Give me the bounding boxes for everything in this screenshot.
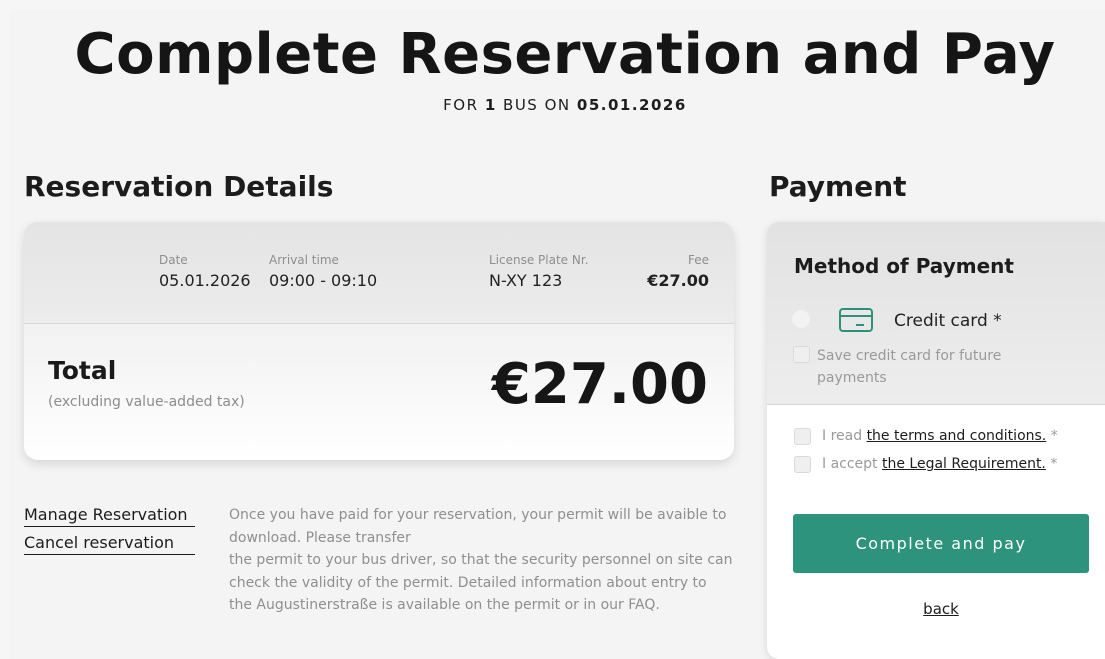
reservation-details-heading: Reservation Details [24,170,334,203]
reservation-card: Date 05.01.2026 Arrival time 09:00 - 09:… [24,222,734,460]
legal-required-mark: * [1050,456,1058,472]
save-card-label: Save credit card for future payments [817,348,1002,386]
back-link[interactable]: back [767,600,1105,618]
fee-column: Fee €27.00 [647,253,709,290]
date-value: 05.01.2026 [159,271,251,290]
permit-info-text: Once you have paid for your reservation,… [229,504,734,617]
legal-label: I accept the Legal Requirement. * [822,456,1057,472]
reservation-date: 05.01.2026 [576,96,687,114]
legal-requirement-link[interactable]: the Legal Requirement. [882,456,1046,472]
license-plate-value: N-XY 123 [489,271,563,290]
legal-checkbox[interactable] [794,456,811,473]
payment-method-section: Method of Payment Credit card * Save cre… [767,222,1105,405]
license-plate-label: License Plate Nr. [489,253,589,267]
credit-card-label[interactable]: Credit card * [894,311,1002,331]
save-card-checkbox[interactable] [793,346,810,363]
total-tax-note: (excluding value-added tax) [48,394,245,410]
date-column: Date 05.01.2026 [159,253,251,290]
total-label: Total [48,356,117,385]
terms-link[interactable]: the terms and conditions. [867,428,1047,444]
credit-card-radio[interactable] [791,309,811,329]
fee-label: Fee [687,253,709,267]
subtitle-prefix: FOR [443,96,479,114]
page-title: Complete Reservation and Pay [74,22,1056,87]
payment-card: Method of Payment Credit card * Save cre… [767,222,1105,659]
terms-prefix: I read [822,428,863,444]
manage-reservation-link[interactable]: Manage Reservation [24,505,195,527]
bus-count: 1 [484,96,497,114]
terms-label: I read the terms and conditions. * [822,428,1058,444]
credit-card-icon [839,308,873,332]
reservation-links: Manage Reservation Cancel reservation [24,505,195,561]
method-of-payment-heading: Method of Payment [794,254,1014,278]
terms-required-mark: * [1050,428,1058,444]
legal-prefix: I accept [822,456,878,472]
reservation-summary-row: Date 05.01.2026 Arrival time 09:00 - 09:… [24,222,734,324]
total-amount: €27.00 [491,352,708,417]
arrival-time-label: Arrival time [269,253,339,267]
fee-value: €27.00 [647,271,709,290]
permit-info-line2: the permit to your bus driver, so that t… [229,552,733,613]
arrival-time-column: Arrival time 09:00 - 09:10 [269,253,377,290]
cancel-reservation-link[interactable]: Cancel reservation [24,533,195,555]
page-subtitle: FOR 1 BUS ON 05.01.2026 [0,96,1105,114]
permit-info-line1: Once you have paid for your reservation,… [229,507,727,546]
license-plate-column: License Plate Nr. N-XY 123 [489,253,589,290]
terms-checkbox[interactable] [794,428,811,445]
subtitle-mid: BUS ON [503,96,571,114]
arrival-time-value: 09:00 - 09:10 [269,271,378,290]
payment-heading: Payment [769,170,907,203]
date-label: Date [159,253,188,267]
complete-and-pay-button[interactable]: Complete and pay [793,514,1089,573]
